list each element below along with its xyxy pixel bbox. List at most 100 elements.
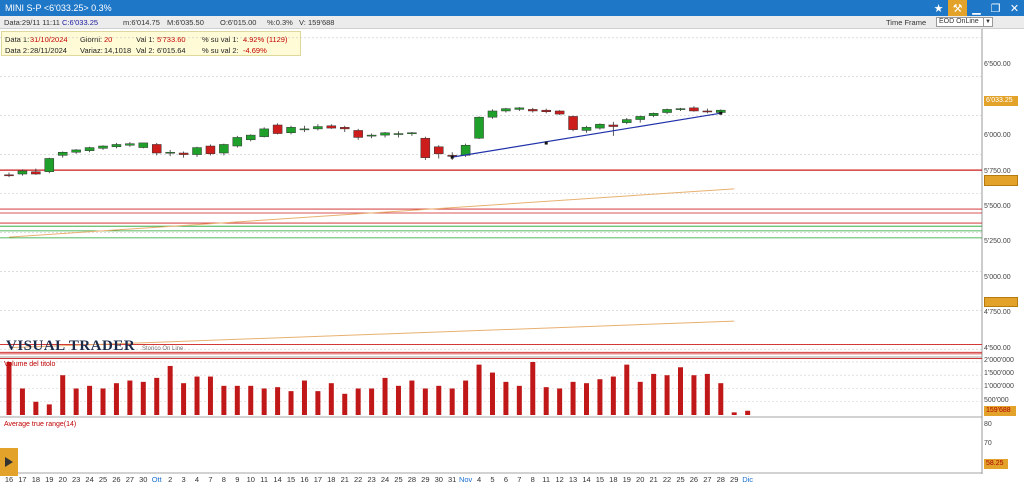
date-tick-label: 5 bbox=[490, 475, 495, 484]
quote-open: O:6'015.00 bbox=[220, 18, 257, 27]
date-tick-label: 20 bbox=[636, 475, 645, 484]
volume-bar bbox=[516, 385, 522, 415]
date-tick-label: 23 bbox=[367, 475, 376, 484]
price-tick-label: 4'750.00 bbox=[984, 309, 1011, 317]
volume-bar bbox=[342, 393, 348, 415]
trend-point bbox=[450, 155, 454, 159]
date-tick-label: 14 bbox=[273, 475, 282, 484]
date-tick-label: 3 bbox=[181, 475, 186, 484]
volume-bar bbox=[731, 412, 737, 415]
atr-tick-label: 80 bbox=[984, 421, 992, 428]
candle-body bbox=[205, 145, 216, 155]
volume-bar bbox=[691, 375, 697, 415]
quote-min: m:6'014.75 bbox=[123, 18, 160, 27]
volume-bar bbox=[113, 383, 119, 415]
volume-bar bbox=[409, 380, 415, 415]
volume-bar bbox=[221, 385, 227, 415]
volume-bar bbox=[610, 376, 616, 415]
timeframe-value: EOD OnLine bbox=[939, 18, 979, 25]
candle-body bbox=[353, 130, 363, 138]
date-tick-label: 9 bbox=[235, 475, 240, 484]
close-icon[interactable]: ✕ bbox=[1005, 0, 1024, 16]
trend-line bbox=[452, 112, 721, 158]
candle-body bbox=[420, 137, 431, 158]
price-chart[interactable] bbox=[0, 29, 1024, 474]
price-tick-label: 5'500.00 bbox=[984, 203, 1011, 210]
volume-tick-label: 1'500'000 bbox=[984, 370, 1014, 378]
date-tick-label: 25 bbox=[676, 475, 685, 484]
volume-bar bbox=[678, 367, 683, 415]
date-tick-label: 24 bbox=[380, 475, 390, 484]
volume-bar bbox=[288, 391, 294, 415]
price-tick-label: 6'000.00 bbox=[984, 132, 1011, 140]
volume-bar bbox=[489, 372, 495, 415]
volume-bar bbox=[60, 375, 66, 415]
volume-bar bbox=[543, 387, 549, 415]
volume-bar bbox=[745, 410, 751, 415]
volume-bar bbox=[6, 361, 12, 415]
volume-bar bbox=[181, 383, 187, 415]
candle-body bbox=[501, 108, 511, 112]
timeframe-select[interactable]: EOD OnLine ▼ bbox=[936, 17, 993, 27]
candle-body bbox=[487, 110, 498, 118]
date-tick-label: Ott bbox=[151, 475, 162, 484]
date-tick-label: 20 bbox=[58, 475, 67, 484]
window-controls: ★ ⚒ ▁ ❐ ✕ bbox=[929, 0, 1024, 16]
candle-body bbox=[165, 151, 175, 154]
volume-bar bbox=[637, 381, 643, 415]
play-arrow-icon bbox=[5, 457, 13, 467]
date-tick-label: 14 bbox=[582, 475, 591, 484]
date-tick-label: 19 bbox=[45, 475, 54, 484]
volume-bar bbox=[234, 385, 240, 415]
candle-body bbox=[44, 158, 55, 172]
candle-body bbox=[313, 126, 323, 130]
date-tick-label: 16 bbox=[300, 475, 309, 484]
candle-body bbox=[648, 113, 659, 116]
volume-bar bbox=[530, 361, 536, 415]
date-tick-label: 4 bbox=[194, 475, 200, 484]
candle-body bbox=[151, 144, 162, 154]
date-axis: 16 17 18 19 20 23 24 25 26 27 30 Ott 2 3 4 7 8 9 10 11 14 15 1… bbox=[0, 474, 1024, 486]
date-tick-label: 23 bbox=[71, 475, 81, 484]
last-atr-badge: 58.25 bbox=[984, 459, 1008, 469]
date-tick-label: 18 bbox=[31, 475, 41, 484]
candle-body bbox=[232, 137, 243, 147]
volume-bar bbox=[395, 385, 401, 415]
candle-body bbox=[568, 116, 578, 130]
candle-body bbox=[622, 119, 632, 123]
minimize-icon[interactable]: ▁ bbox=[967, 0, 986, 16]
tools-icon[interactable]: ⚒ bbox=[948, 0, 967, 16]
timeframe-label: Time Frame bbox=[886, 18, 927, 27]
candle-body bbox=[84, 147, 95, 151]
star-icon[interactable]: ★ bbox=[929, 0, 948, 16]
window-title: MINI S-P <6'033.25> 0.3% bbox=[5, 3, 112, 13]
last-price-badge: 6'033.25 bbox=[984, 96, 1018, 106]
candle-body bbox=[98, 145, 108, 149]
volume-bar bbox=[651, 373, 657, 415]
price-tick-label: 5'250.00 bbox=[984, 238, 1011, 246]
date-tick-label: 12 bbox=[555, 475, 564, 484]
level-marker-badge[interactable] bbox=[984, 297, 1018, 307]
volume-bar bbox=[315, 391, 321, 415]
date-tick-label: 27 bbox=[125, 475, 135, 484]
scroll-right-button[interactable] bbox=[0, 448, 18, 476]
date-tick-label: 29 bbox=[421, 475, 430, 484]
date-tick-label: 19 bbox=[622, 475, 631, 484]
candle-body bbox=[219, 144, 229, 154]
candle-body bbox=[259, 128, 269, 137]
candle-body bbox=[380, 132, 390, 136]
date-tick-label: 8 bbox=[221, 475, 226, 484]
restore-icon[interactable]: ❐ bbox=[986, 0, 1005, 16]
candle-body bbox=[366, 134, 377, 137]
chevron-down-icon: ▼ bbox=[983, 18, 992, 26]
volume-bar bbox=[570, 381, 576, 415]
date-tick-label: 2 bbox=[168, 475, 173, 484]
price-tick-label: 5'000.00 bbox=[984, 273, 1011, 281]
date-tick-label: 13 bbox=[568, 475, 578, 484]
volume-bar bbox=[248, 385, 254, 415]
level-marker-badge[interactable] bbox=[984, 175, 1018, 186]
date-tick-label: 28 bbox=[407, 475, 417, 484]
date-tick-label: 10 bbox=[246, 475, 255, 484]
volume-bar bbox=[261, 388, 267, 415]
date-tick-label: 30 bbox=[139, 475, 148, 484]
